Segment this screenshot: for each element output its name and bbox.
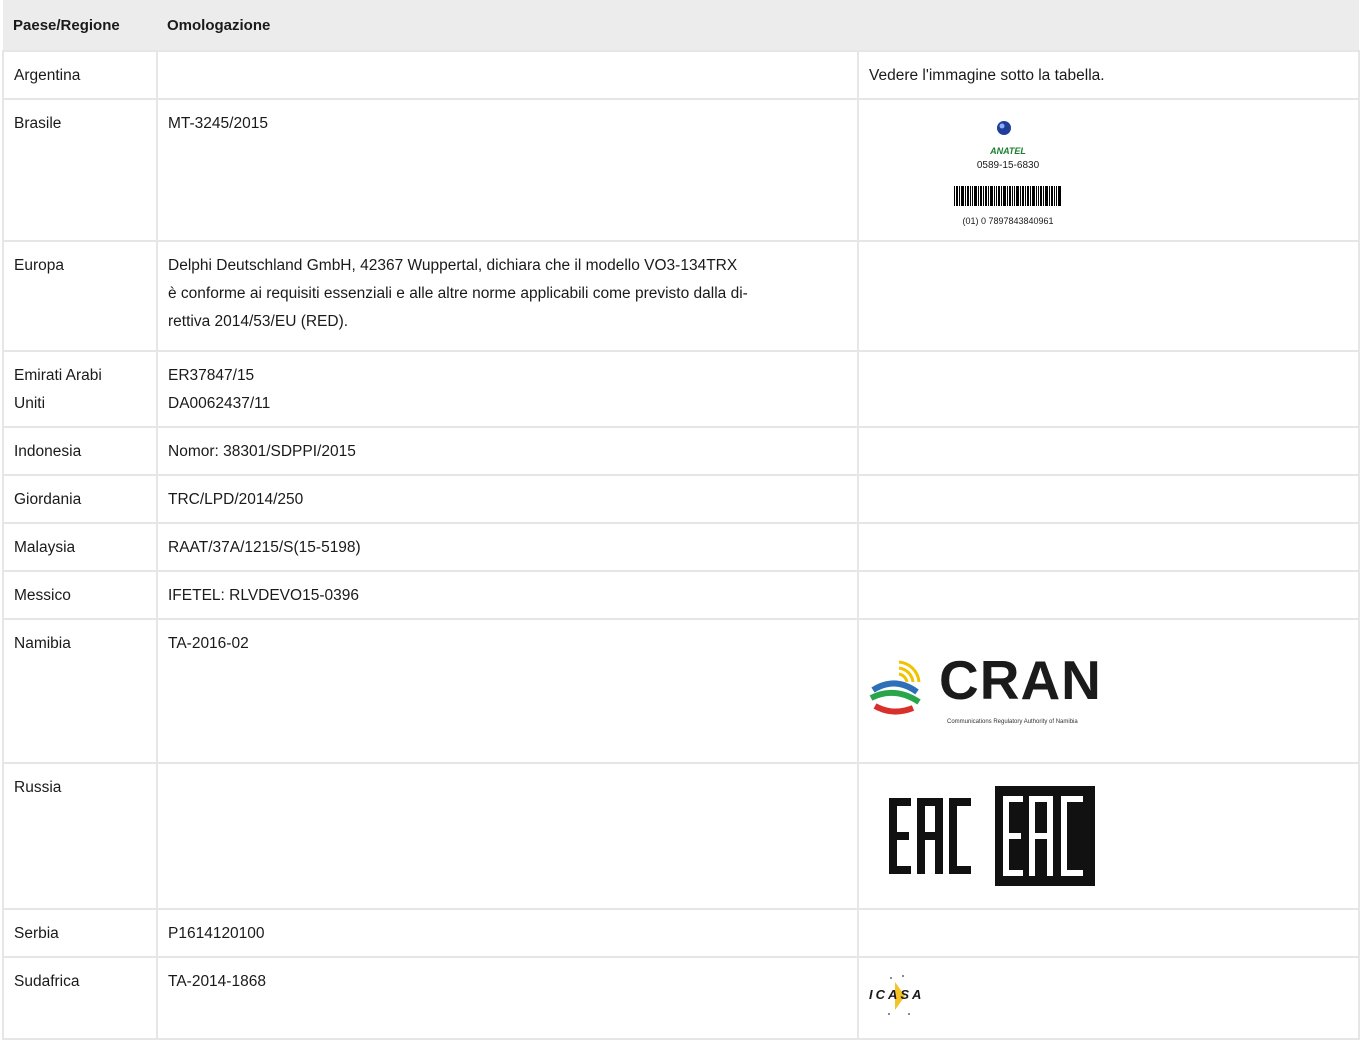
logo-cell: CRAN Communications Regulatory Authority… <box>857 618 1360 764</box>
country-cell: Giordania <box>2 474 158 524</box>
cran-word: CRAN <box>939 649 1102 711</box>
header-country: Paese/Regione <box>3 0 157 51</box>
country-line: Uniti <box>14 395 46 412</box>
approval-cell: ER37847/15 DA0062437/11 <box>156 350 859 428</box>
table-row: Brasile MT-3245/2015 ANATEL 0589-15-6830 <box>2 98 1360 242</box>
header-approval: Omologazione <box>157 0 1359 51</box>
approval-cell: P1614120100 <box>156 908 859 958</box>
header-row: Paese/Regione Omologazione <box>3 0 1359 51</box>
empty-cell <box>857 474 1360 524</box>
approval-cell <box>156 50 859 100</box>
country-cell: Namibia <box>2 618 158 764</box>
empty-cell <box>857 350 1360 428</box>
anatel-logo-icon <box>997 112 1020 135</box>
empty-cell <box>857 240 1360 352</box>
approval-cell: Nomor: 38301/SDPPI/2015 <box>156 426 859 476</box>
approvals-table: Paese/Regione Omologazione Argentina Ved… <box>2 0 1360 1040</box>
logo-cell: ICASA <box>857 956 1360 1040</box>
barcode-icon <box>954 186 1061 206</box>
empty-cell <box>857 522 1360 572</box>
approval-cell: TA-2016-02 <box>156 618 859 764</box>
country-cell: Emirati Arabi Uniti <box>2 350 158 428</box>
approval-cell: TRC/LPD/2014/250 <box>156 474 859 524</box>
table-row: Messico IFETEL: RLVDEVO15-0396 <box>2 570 1360 620</box>
approval-line: DA0062437/11 <box>168 395 271 412</box>
country-cell: Malaysia <box>2 522 158 572</box>
table-row: Emirati Arabi Uniti ER37847/15 DA0062437… <box>2 350 1360 428</box>
table-row: Europa Delphi Deutschland GmbH, 42367 Wu… <box>2 240 1360 352</box>
approval-line: è conforme ai requisiti essenziali e all… <box>168 285 748 302</box>
approval-cell: Delphi Deutschland GmbH, 42367 Wuppertal… <box>156 240 859 352</box>
approval-line: rettiva 2014/53/EU (RED). <box>168 313 349 330</box>
empty-cell <box>857 426 1360 476</box>
table-row: Malaysia RAAT/37A/1215/S(15-5198) <box>2 522 1360 572</box>
eac-mark-icon <box>889 786 1095 886</box>
table-row: Sudafrica TA-2014-1868 ICASA <box>2 956 1360 1040</box>
cran-subtitle: Communications Regulatory Authority of N… <box>947 719 1078 725</box>
country-cell: Brasile <box>2 98 158 242</box>
approval-cell <box>156 762 859 910</box>
logo-cell: ANATEL 0589-15-6830 (01) 0 7897843840961 <box>857 98 1360 242</box>
table-row: Argentina Vedere l'immagine sotto la tab… <box>2 50 1360 100</box>
approval-cell: IFETEL: RLVDEVO15-0396 <box>156 570 859 620</box>
table-row: Russia <box>2 762 1360 910</box>
approval-line: ER37847/15 <box>168 367 255 384</box>
country-cell: Europa <box>2 240 158 352</box>
approval-cell: RAAT/37A/1215/S(15-5198) <box>156 522 859 572</box>
note-cell: Vedere l'immagine sotto la tabella. <box>857 50 1360 100</box>
approval-line: Delphi Deutschland GmbH, 42367 Wuppertal… <box>168 257 738 274</box>
country-cell: Sudafrica <box>2 956 158 1040</box>
icasa-word: ICASA <box>869 987 925 1002</box>
table-row: Giordania TRC/LPD/2014/250 <box>2 474 1360 524</box>
country-cell: Argentina <box>2 50 158 100</box>
anatel-brand: ANATEL <box>990 146 1026 156</box>
country-cell: Serbia <box>2 908 158 958</box>
country-cell: Indonesia <box>2 426 158 476</box>
cran-emblem-icon <box>869 660 921 715</box>
table-row: Serbia P1614120100 <box>2 908 1360 958</box>
empty-cell <box>857 570 1360 620</box>
empty-cell <box>857 908 1360 958</box>
anatel-label: ANATEL 0589-15-6830 (01) 0 7897843840961 <box>943 112 1073 226</box>
anatel-cert: 0589-15-6830 <box>976 160 1040 171</box>
approval-cell: MT-3245/2015 <box>156 98 859 242</box>
anatel-barcode-number: (01) 0 7897843840961 <box>962 216 1054 226</box>
country-cell: Messico <box>2 570 158 620</box>
country-cell: Russia <box>2 762 158 910</box>
approval-cell: TA-2014-1868 <box>156 956 859 1040</box>
country-line: Emirati Arabi <box>14 367 102 384</box>
table-row: Indonesia Nomor: 38301/SDPPI/2015 <box>2 426 1360 476</box>
table-row: Namibia TA-2016-02 CRAN Communications R… <box>2 618 1360 764</box>
logo-cell <box>857 762 1360 910</box>
